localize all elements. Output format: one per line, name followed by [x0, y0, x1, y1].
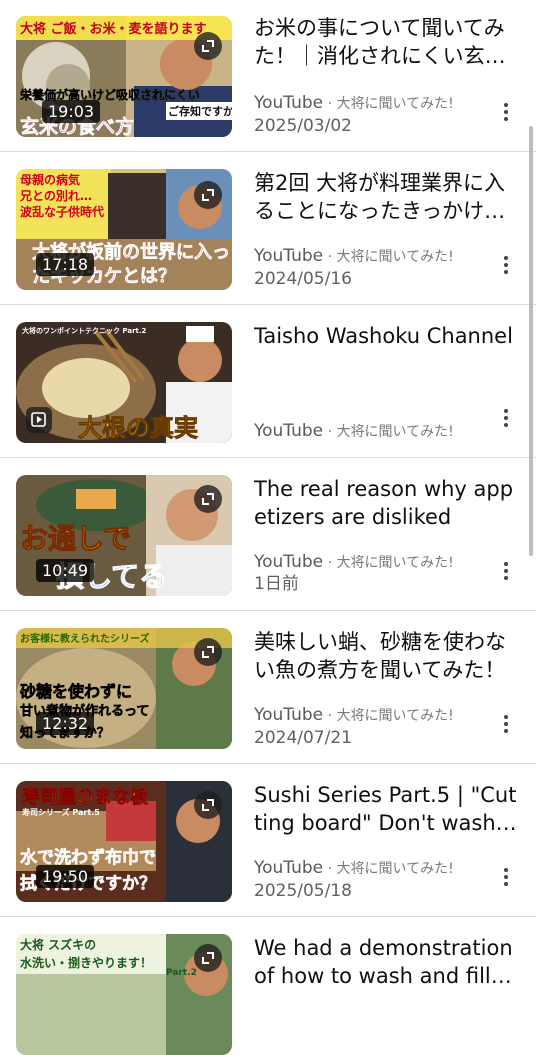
more-vert-icon[interactable] — [496, 253, 516, 277]
video-date: 2024/07/21 — [254, 728, 352, 748]
expand-icon[interactable] — [194, 485, 222, 513]
thumbnail-caption: 波乱な子供時代 — [20, 205, 105, 219]
expand-icon[interactable] — [194, 638, 222, 666]
divider — [0, 610, 536, 611]
thumbnail-caption: お客様に教えられたシリーズ — [20, 634, 150, 645]
thumbnail-caption: 兄との別れ… — [20, 189, 92, 203]
more-vert-icon[interactable] — [496, 406, 516, 430]
playlist-play-icon — [26, 407, 52, 433]
video-duration: 12:32 — [36, 712, 95, 735]
thumbnail-caption: 寿司屋のまな板 — [22, 787, 149, 809]
video-source: YouTube — [254, 93, 324, 113]
video-source-line: YouTube · 大将に聞いてみた! — [254, 552, 454, 572]
video-item[interactable]: お通しで 損してる 10:49 The real reason why appe… — [0, 459, 536, 611]
video-channel: 大将に聞いてみた! — [336, 424, 454, 440]
thumbnail-caption: 大根の真実 — [78, 414, 199, 443]
video-duration: 10:49 — [36, 559, 95, 582]
video-source: YouTube — [254, 246, 324, 266]
divider — [0, 763, 536, 764]
video-title[interactable]: 美味しい蛸、砂糖を使わない魚の煮方を聞いてみた！ — [254, 628, 518, 684]
video-source: YouTube — [254, 421, 324, 441]
video-source-line: YouTube · 大将に聞いてみた! — [254, 705, 454, 725]
expand-icon[interactable] — [194, 181, 222, 209]
thumbnail-caption: ご存知ですか？ — [166, 102, 232, 120]
video-source-line: YouTube · 大将に聞いてみた! — [254, 858, 454, 878]
video-thumbnail[interactable]: お客様に教えられたシリーズ 砂糖を使わずに 甘い煮物が作れるって 知ってますか？… — [16, 628, 232, 749]
video-item[interactable]: 大将 ご飯・お米・麦を語ります 栄養価が高いけど吸収されにくい 玄米の食べ方 ご… — [0, 0, 536, 152]
thumbnail-caption: 大将 スズキの — [20, 938, 97, 952]
divider — [0, 304, 536, 305]
video-thumbnail[interactable]: 大将 スズキの 水洗い・捌きやります！ Part.2 — [16, 934, 232, 1055]
more-vert-icon[interactable] — [496, 559, 516, 583]
video-channel: 大将に聞いてみた! — [336, 708, 454, 724]
video-source: YouTube — [254, 705, 324, 725]
video-title[interactable]: Taisho Washoku Channel — [254, 322, 518, 350]
video-title[interactable]: Sushi Series Part.5 | "Cutting board" Do… — [254, 781, 518, 837]
video-thumbnail[interactable]: 寿司屋のまな板 寿司シリーズ Part.5 水で洗わず布巾で 拭くだけですか？ … — [16, 781, 232, 902]
video-title[interactable]: We had a demonstration of how to wash an… — [254, 934, 518, 990]
divider — [0, 151, 536, 152]
expand-icon[interactable] — [194, 32, 222, 60]
video-duration: 17:18 — [36, 253, 95, 276]
video-date: 2025/03/02 — [254, 116, 352, 136]
more-vert-icon[interactable] — [496, 865, 516, 889]
thumbnail-caption: 母親の病気 — [20, 173, 81, 187]
expand-icon[interactable] — [194, 944, 222, 972]
video-channel: 大将に聞いてみた! — [336, 249, 454, 265]
video-source: YouTube — [254, 858, 324, 878]
video-date: 2024/05/16 — [254, 269, 352, 289]
divider — [0, 916, 536, 917]
video-title[interactable]: The real reason why appetizers are disli… — [254, 475, 518, 531]
thumbnail-caption: Part.2 — [166, 968, 197, 978]
video-item[interactable]: 母親の病気 兄との別れ… 波乱な子供時代 大将が板前の世界に入ったキッカケとは？… — [0, 153, 536, 305]
divider — [0, 457, 536, 458]
video-source-line: YouTube · 大将に聞いてみた! — [254, 421, 454, 441]
more-vert-icon[interactable] — [496, 712, 516, 736]
expand-icon[interactable] — [194, 791, 222, 819]
video-duration: 19:03 — [42, 100, 101, 123]
video-item[interactable]: 大将のワンポイントテクニック Part.2 大根の真実 Taisho Washo… — [0, 306, 536, 458]
thumbnail-caption: 大将 ご飯・お米・麦を語ります — [20, 22, 207, 37]
more-vert-icon[interactable] — [496, 100, 516, 124]
thumbnail-caption: 寿司シリーズ Part.5 — [22, 808, 100, 817]
video-thumbnail[interactable]: 大将のワンポイントテクニック Part.2 大根の真実 — [16, 322, 232, 443]
video-title[interactable]: 第2回 大将が料理業界に入ることになったきっかけとは？ — [254, 169, 518, 225]
video-channel: 大将に聞いてみた! — [336, 861, 454, 877]
video-item[interactable]: 大将 スズキの 水洗い・捌きやります！ Part.2 We had a demo… — [0, 918, 536, 1055]
video-thumbnail[interactable]: 大将 ご飯・お米・麦を語ります 栄養価が高いけど吸収されにくい 玄米の食べ方 ご… — [16, 16, 232, 137]
video-date: 1日前 — [254, 574, 299, 594]
video-title[interactable]: お米の事について聞いてみた！｜消化されにくい玄米の食べ方 — [254, 14, 518, 70]
thumbnail-caption: 大将のワンポイントテクニック Part.2 — [22, 327, 147, 335]
video-thumbnail[interactable]: お通しで 損してる 10:49 — [16, 475, 232, 596]
thumbnail-caption: 砂糖を使わずに — [20, 682, 133, 702]
video-item[interactable]: 寿司屋のまな板 寿司シリーズ Part.5 水で洗わず布巾で 拭くだけですか？ … — [0, 765, 536, 917]
thumbnail-caption: お通しで — [19, 522, 132, 556]
thumbnail-caption: 水洗い・捌きやります！ — [20, 956, 153, 970]
video-duration: 19:50 — [36, 865, 95, 888]
video-item[interactable]: お客様に教えられたシリーズ 砂糖を使わずに 甘い煮物が作れるって 知ってますか？… — [0, 612, 536, 764]
video-source-line: YouTube · 大将に聞いてみた! — [254, 93, 454, 113]
video-channel: 大将に聞いてみた! — [336, 555, 454, 571]
video-channel: 大将に聞いてみた! — [336, 96, 454, 112]
video-date: 2025/05/18 — [254, 881, 352, 901]
video-source-line: YouTube · 大将に聞いてみた! — [254, 246, 454, 266]
video-thumbnail[interactable]: 母親の病気 兄との別れ… 波乱な子供時代 大将が板前の世界に入ったキッカケとは？… — [16, 169, 232, 290]
video-source: YouTube — [254, 552, 324, 572]
scrollbar[interactable] — [529, 126, 533, 556]
